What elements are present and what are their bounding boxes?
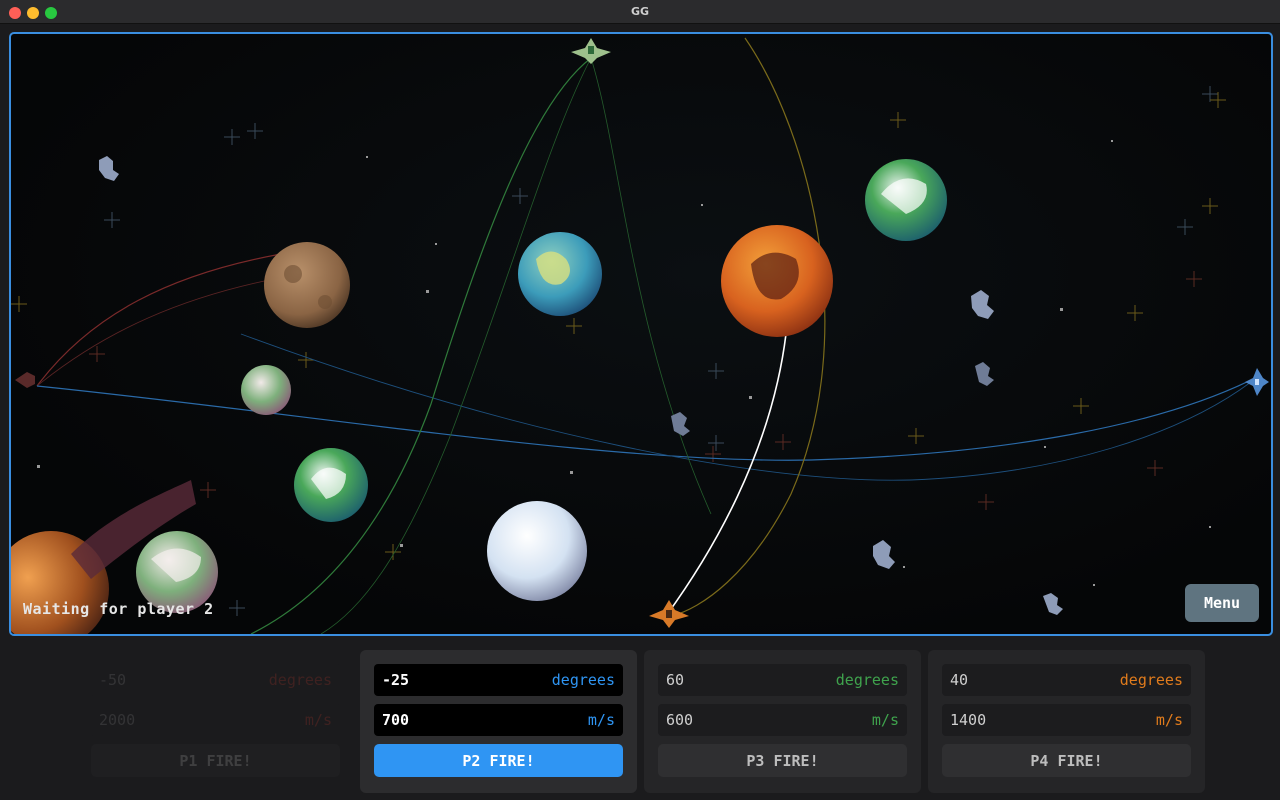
- player-2-fire-button[interactable]: P2 FIRE!: [374, 744, 623, 777]
- player-4-ship: [649, 600, 689, 628]
- player-ships: [15, 38, 1269, 628]
- player-4-fire-button[interactable]: P4 FIRE!: [942, 744, 1191, 777]
- player-3-speed-unit: m/s: [871, 711, 899, 729]
- player-1-speed-unit: m/s: [304, 711, 332, 729]
- player-3-speed-field[interactable]: 600 m/s: [658, 704, 907, 736]
- player-1-angle-value[interactable]: -50: [99, 671, 126, 689]
- game-status-text: Waiting for player 2: [23, 600, 214, 618]
- player-1-fire-button[interactable]: P1 FIRE!: [91, 744, 340, 777]
- player-1-speed-field[interactable]: 2000 m/s: [91, 704, 340, 736]
- planet-pastel-small: [241, 365, 291, 415]
- player-3-angle-value[interactable]: 60: [666, 671, 684, 689]
- player-3-angle-field[interactable]: 60 degrees: [658, 664, 907, 696]
- player-4-angle-value[interactable]: 40: [950, 671, 968, 689]
- player-3-fire-button[interactable]: P3 FIRE!: [658, 744, 907, 777]
- planet-brown: [264, 242, 350, 328]
- player-1-angle-unit: degrees: [268, 671, 332, 689]
- player-2-speed-field[interactable]: 700 m/s: [374, 704, 623, 736]
- player-2-speed-unit: m/s: [587, 711, 615, 729]
- player-1-angle-field[interactable]: -50 degrees: [91, 664, 340, 696]
- player-4-speed-unit: m/s: [1155, 711, 1183, 729]
- game-canvas[interactable]: Waiting for player 2 Menu: [9, 32, 1273, 636]
- space-scene: [11, 37, 1269, 634]
- player-1-ship: [15, 372, 35, 388]
- player-1-panel: -50 degrees 2000 m/s P1 FIRE!: [77, 650, 354, 793]
- window-titlebar: GG: [0, 0, 1280, 24]
- player-3-ship: [571, 38, 611, 64]
- player-2-angle-field[interactable]: -25 degrees: [374, 664, 623, 696]
- player-2-ship: [1245, 368, 1269, 396]
- player-2-panel: -25 degrees 700 m/s P2 FIRE!: [360, 650, 637, 793]
- player-4-angle-unit: degrees: [1119, 671, 1183, 689]
- player-1-speed-value[interactable]: 2000: [99, 711, 135, 729]
- player-3-angle-unit: degrees: [835, 671, 899, 689]
- trajectory-lines: [36, 37, 1252, 634]
- player-4-speed-field[interactable]: 1400 m/s: [942, 704, 1191, 736]
- window-title: GG: [630, 5, 650, 18]
- player-4-angle-field[interactable]: 40 degrees: [942, 664, 1191, 696]
- planet-mars: [721, 225, 833, 337]
- player-3-panel: 60 degrees 600 m/s P3 FIRE!: [644, 650, 921, 793]
- planet-ice: [487, 501, 587, 601]
- planet-ocean: [518, 232, 602, 316]
- planet-earth-small: [294, 448, 368, 522]
- player-2-angle-unit: degrees: [551, 671, 615, 689]
- player-4-panel: 40 degrees 1400 m/s P4 FIRE!: [928, 650, 1205, 793]
- player-2-speed-value[interactable]: 700: [382, 711, 409, 729]
- planet-earth-large: [865, 159, 947, 241]
- player-4-speed-value[interactable]: 1400: [950, 711, 986, 729]
- star-field: [37, 140, 1211, 586]
- menu-button[interactable]: Menu: [1185, 584, 1259, 622]
- player-2-angle-value[interactable]: -25: [382, 671, 409, 689]
- player-3-speed-value[interactable]: 600: [666, 711, 693, 729]
